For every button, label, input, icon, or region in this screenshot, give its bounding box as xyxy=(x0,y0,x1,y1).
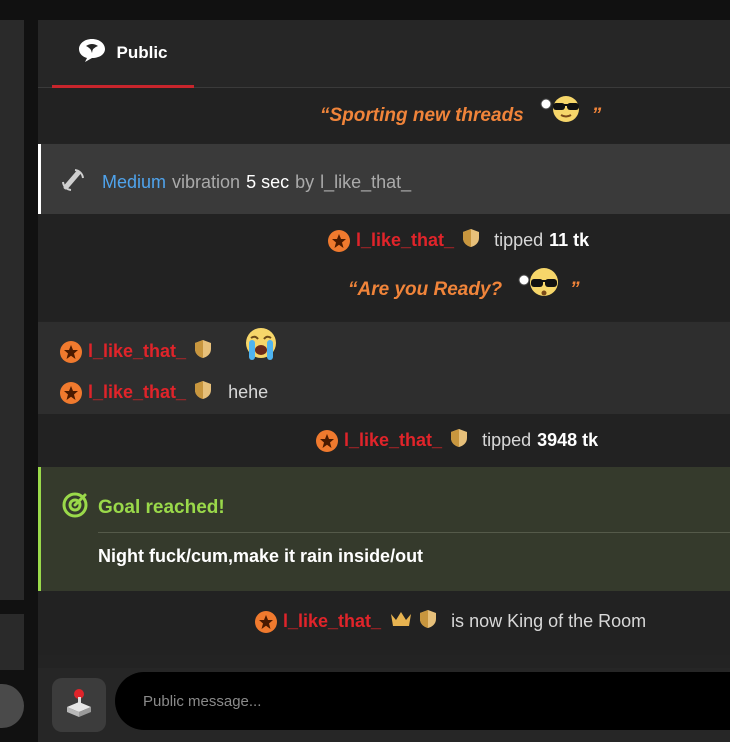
shield-icon xyxy=(450,428,468,453)
sunglasses-emoji-icon xyxy=(514,266,560,305)
top-bar xyxy=(38,0,730,20)
tip-amount: 3948 tk xyxy=(537,430,599,450)
target-icon xyxy=(61,491,89,524)
star-badge-icon xyxy=(60,340,82,363)
chat-message-group: l_like_that_ l_like_that_ hehe xyxy=(38,322,730,414)
sunglasses-emoji-icon xyxy=(536,94,582,129)
goal-divider xyxy=(98,532,730,533)
star-badge-icon xyxy=(255,610,277,633)
tip-menu-message: “Sporting new threads ” xyxy=(38,88,730,143)
vibration-icon xyxy=(60,167,86,198)
games-button[interactable] xyxy=(52,678,106,732)
star-badge-icon xyxy=(328,229,350,252)
chat-panel: Public “Sporting new threads ” Medium vi… xyxy=(38,20,730,742)
star-badge-icon xyxy=(316,429,338,452)
vibe-by: by xyxy=(295,172,315,192)
star-badge-icon xyxy=(60,381,82,404)
tab-label: Public xyxy=(116,42,168,62)
chat-tabs: Public xyxy=(38,20,730,88)
tip-action: tipped xyxy=(494,230,544,250)
crying-emoji-icon xyxy=(240,326,282,367)
username[interactable]: l_like_that_ xyxy=(88,382,186,403)
vibe-word: vibration xyxy=(172,172,241,192)
king-text: is now King of the Room xyxy=(451,611,647,631)
tip-action: tipped xyxy=(482,430,532,450)
tip-quote-text: “Are you Ready? xyxy=(348,278,503,300)
tip-quote-end: ” xyxy=(570,278,580,300)
vibe-user[interactable]: l_like_that_ xyxy=(320,172,411,193)
king-message: l_like_that_ is now King of the Room xyxy=(38,591,730,655)
tip-message: l_like_that_ tipped 3948 tk xyxy=(38,414,730,467)
vibe-level: Medium xyxy=(102,172,167,192)
crown-icon xyxy=(389,610,413,633)
chat-message: l_like_that_ xyxy=(60,328,282,367)
username[interactable]: l_like_that_ xyxy=(356,230,454,251)
goal-text: Night fuck/cum,make it rain inside/out xyxy=(98,546,424,566)
vibe-duration: 5 sec xyxy=(246,172,290,192)
tip-amount: 11 tk xyxy=(549,230,590,250)
shield-icon xyxy=(419,609,437,634)
chat-bubble-icon xyxy=(78,37,106,68)
left-panel-lower xyxy=(0,614,24,670)
tip-message: l_like_that_ tipped 11 tk “Are you Ready… xyxy=(38,214,730,321)
joystick-icon xyxy=(63,687,95,724)
shield-icon xyxy=(462,228,480,253)
goal-title: Goal reached! xyxy=(98,496,225,518)
left-panel xyxy=(0,20,24,600)
vibration-message: Medium vibration 5 sec by l_like_that_ xyxy=(38,144,730,214)
message-composer xyxy=(38,668,730,742)
username[interactable]: l_like_that_ xyxy=(283,611,381,632)
left-round-button[interactable] xyxy=(0,684,24,728)
public-message-input[interactable] xyxy=(115,672,730,730)
username[interactable]: l_like_that_ xyxy=(88,341,186,362)
tab-public[interactable]: Public xyxy=(52,20,194,88)
tip-quote-text: “Sporting new threads xyxy=(320,104,524,126)
chat-message: l_like_that_ hehe xyxy=(60,380,268,405)
username[interactable]: l_like_that_ xyxy=(344,430,442,451)
shield-icon xyxy=(194,380,212,405)
shield-icon xyxy=(194,339,212,364)
goal-reached-message: Goal reached! Night fuck/cum,make it rai… xyxy=(38,467,730,591)
tip-quote-end: ” xyxy=(591,104,602,126)
chat-text: hehe xyxy=(228,382,269,402)
